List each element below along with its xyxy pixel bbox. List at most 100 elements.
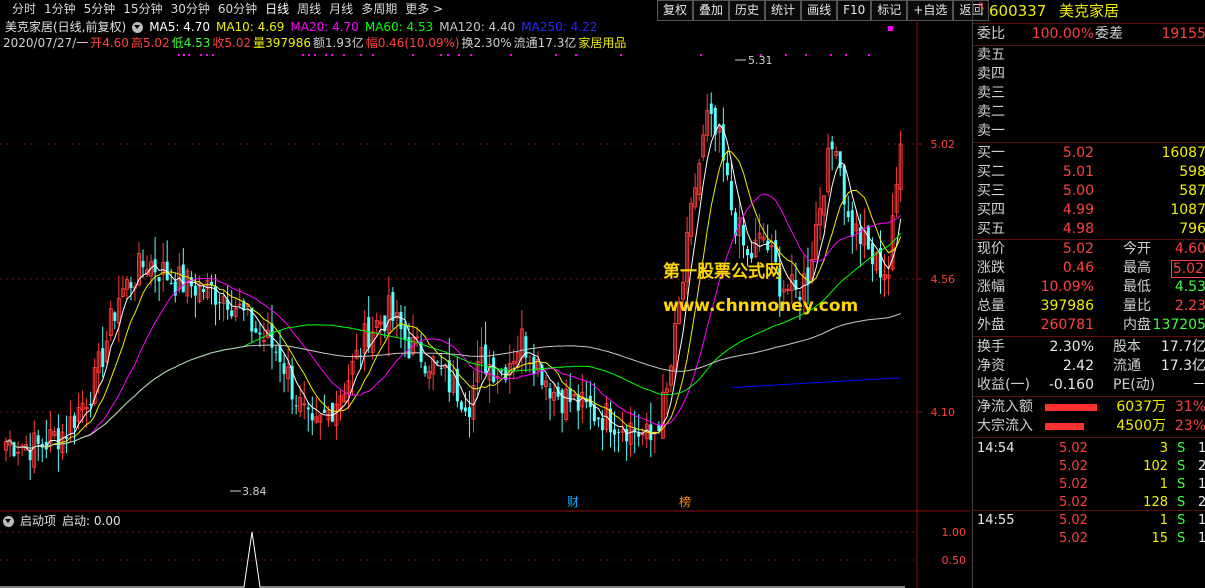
signal-dot (888, 26, 893, 31)
divider (973, 23, 1205, 24)
tick-side: S (1177, 441, 1186, 456)
candle-body (484, 344, 488, 375)
tick-volume: 15 (1151, 531, 1168, 546)
quote-change: 幅0.46(10.09%) (365, 36, 460, 50)
quote-date: 2020/07/27/一 (3, 36, 89, 50)
toolbar-button[interactable]: 复权 (657, 0, 694, 21)
candle-body (113, 312, 117, 321)
toolbar-button[interactable]: F10 (837, 0, 872, 21)
toolbar-button[interactable]: 标记 (871, 0, 908, 21)
period-tab[interactable]: 1分钟 (40, 0, 80, 19)
signal-dot (458, 54, 460, 56)
quote-low: 低4.53 (171, 36, 211, 50)
kline-chart[interactable]: 5.024.564.105.313.84财 榜第一股票公式网www.chnmone… (0, 20, 970, 512)
bid-volume: 16087 (1161, 145, 1205, 161)
candle-body (193, 285, 197, 296)
bid-price: 5.01 (1062, 164, 1094, 180)
candle-body (56, 428, 60, 450)
ma120-label: MA120: 4.40 (439, 20, 516, 34)
tick-price: 5.02 (1059, 531, 1088, 546)
tick-row: 5.02 15 S 1 (973, 530, 1205, 548)
candle-body (463, 407, 467, 412)
ask-row: 卖三 (973, 84, 1205, 103)
stat-label: 最高 (1123, 260, 1151, 276)
stat-row: 总量 397986 量比 2.23 (973, 297, 1205, 316)
signal-dot (331, 54, 333, 56)
candle-body (157, 277, 161, 282)
ma10-label: MA10: 4.69 (215, 20, 285, 34)
signal-dot (212, 54, 214, 56)
tick-count: 1 (1198, 513, 1205, 528)
candle-body (258, 332, 262, 335)
tick-price: 5.02 (1059, 441, 1088, 456)
candle-body (141, 260, 145, 268)
stock-title: 美克家居(日线,前复权) (5, 20, 127, 34)
quote-turnover: 换2.30% (461, 36, 512, 50)
signal-dot (700, 54, 702, 56)
signal-dot (178, 54, 180, 56)
period-tab[interactable]: 更多 > (401, 0, 447, 19)
candle-body (270, 323, 274, 348)
stat2-row: 净资 2.42 流通 17.3亿 (973, 357, 1205, 376)
period-tab[interactable]: 月线 (325, 0, 357, 19)
tick-time: 14:55 (977, 513, 1015, 528)
candle-body (613, 429, 617, 435)
toolbar-button[interactable]: 画线 (801, 0, 838, 21)
flow-row: 净流入额 6037万 31% (973, 398, 1205, 417)
divider (973, 396, 1205, 397)
toolbar-button[interactable]: +自选 (907, 0, 954, 21)
period-tab[interactable]: 5分钟 (80, 0, 120, 19)
quote-high: 高5.02 (130, 36, 170, 50)
candle-body (750, 252, 754, 259)
stat-value: 4.53 (1174, 279, 1205, 295)
candle-body (322, 409, 326, 413)
tick-count: 1 (1198, 477, 1205, 492)
weicha-label: 委差 (1095, 26, 1123, 42)
signal-dot (575, 54, 577, 56)
candle-body (746, 249, 750, 256)
quote-float: 流通17.3亿 (513, 36, 577, 50)
stat-row: 现价 5.02 今开 4.60 (973, 240, 1205, 259)
candle-body (532, 356, 536, 375)
r-icon[interactable]: R (978, 0, 984, 17)
quote-sector[interactable]: 家居用品 (578, 36, 626, 51)
stat-value: 2.23 (1174, 298, 1205, 314)
period-tab[interactable]: 30分钟 (167, 0, 214, 19)
period-tab[interactable]: 周线 (293, 0, 325, 19)
quote-close: 收5.02 (212, 36, 252, 50)
stat2-label: 换手 (977, 339, 1005, 355)
period-tab[interactable]: 分时 (8, 0, 40, 19)
stat2-value: － (1192, 377, 1205, 393)
bid-volume: 1087 (1170, 202, 1205, 218)
period-tab[interactable]: 多周期 (357, 0, 401, 19)
bid-row: 买二 5.01 598 (973, 163, 1205, 182)
flow-pct: 31% (1174, 399, 1205, 415)
signal-dot (372, 54, 374, 56)
quote-volume: 量397986 (253, 36, 311, 50)
stock-code: 600337 (989, 2, 1047, 20)
candle-body (870, 242, 874, 265)
toolbar-button[interactable]: 历史 (729, 0, 766, 21)
divider (973, 336, 1205, 337)
signal-dot (805, 54, 807, 56)
candle-body (729, 181, 733, 211)
candle-body (73, 415, 77, 429)
ma5-line (5, 123, 902, 453)
candle-body (294, 405, 298, 407)
bid-label: 买一 (977, 145, 1005, 161)
ask-label: 卖一 (977, 123, 1005, 139)
period-tab[interactable]: 日线 (261, 0, 293, 19)
stat-value: 397986 (1040, 298, 1094, 314)
ma250-line (731, 377, 901, 388)
toolbar: 复权 叠加 历史 统计 画线 F10 标记 +自选 返回 (657, 0, 990, 21)
toolbar-button[interactable]: 叠加 (693, 0, 730, 21)
ask-label: 卖四 (977, 66, 1005, 82)
settings-icon[interactable] (132, 22, 144, 33)
ask-label: 卖三 (977, 85, 1005, 101)
period-tab[interactable]: 15分钟 (119, 0, 166, 19)
period-tab[interactable]: 60分钟 (214, 0, 261, 19)
tick-count: 2 (1198, 459, 1205, 474)
stat2-label: 股本 (1113, 339, 1141, 355)
indicator-chart[interactable]: 1.00 0.50 (0, 512, 970, 588)
toolbar-button[interactable]: 统计 (765, 0, 802, 21)
